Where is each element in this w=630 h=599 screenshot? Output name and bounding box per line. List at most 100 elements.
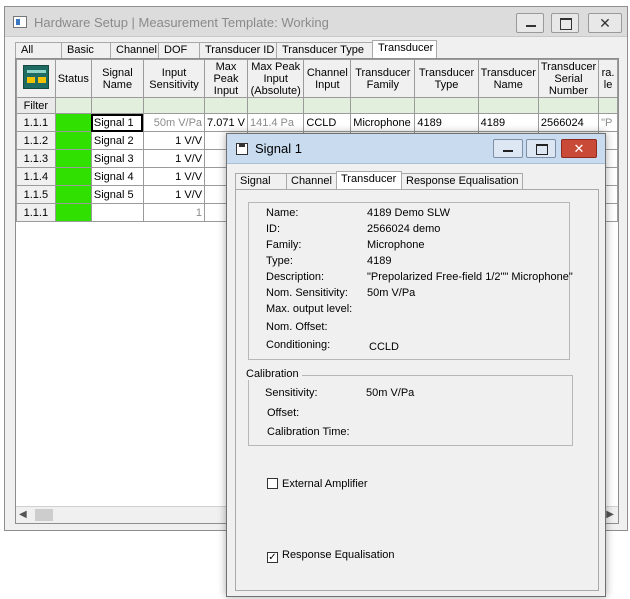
info-label: Family: — [266, 239, 302, 251]
info-label: Nom. Offset: — [266, 321, 328, 333]
maximize-button[interactable] — [551, 13, 579, 33]
input-sensitivity-cell[interactable]: 1 V/V — [142, 131, 206, 150]
input-sensitivity-cell[interactable]: 1 V/V — [142, 185, 206, 204]
filter-cell[interactable] — [142, 97, 206, 114]
column-header-channel-input[interactable]: Channel Input — [303, 59, 352, 98]
cal-label: Calibration Time: — [267, 426, 350, 438]
filter-cell[interactable] — [54, 97, 92, 114]
calibration-legend: Calibration — [243, 368, 302, 380]
signal-name-cell[interactable]: Signal 3 — [90, 149, 144, 168]
tab-transducer[interactable]: Transducer — [372, 40, 437, 58]
input-sensitivity-cell[interactable]: 1 V/V — [142, 167, 206, 186]
column-header-transducer-family[interactable]: Transducer Family — [350, 59, 416, 98]
tab-transducer-id[interactable]: Transducer ID — [199, 42, 277, 58]
tab-basic[interactable]: Basic — [61, 42, 111, 58]
close-icon: ✕ — [599, 15, 611, 31]
external-amplifier-option[interactable]: External Amplifier — [267, 478, 368, 490]
filter-cell[interactable] — [537, 97, 600, 114]
transducer-type-cell[interactable]: 4189 — [414, 113, 479, 132]
tab-channel[interactable]: Channel — [110, 42, 159, 58]
signal-dialog: Signal 1 ✕ Signal Channel Transducer Res… — [226, 133, 606, 597]
dialog-close-button[interactable]: ✕ — [561, 139, 597, 158]
filter-cell[interactable] — [477, 97, 539, 114]
signal-name-cell[interactable]: Signal 5 — [90, 185, 144, 204]
column-header-max-peak-input[interactable]: Max Peak Input — [204, 59, 248, 98]
dialog-tab-response-equalisation[interactable]: Response Equalisation — [401, 173, 523, 189]
filter-cell[interactable] — [598, 97, 618, 114]
signal-name-cell[interactable] — [90, 203, 144, 222]
main-titlebar[interactable]: Hardware Setup | Measurement Template: W… — [5, 7, 627, 37]
cal-label: Sensitivity: — [265, 387, 318, 399]
row-id[interactable]: 1.1.4 — [16, 167, 56, 186]
filter-cell[interactable] — [246, 97, 305, 114]
close-button[interactable]: ✕ — [588, 13, 622, 33]
column-header-input-sensitivity[interactable]: Input Sensitivity — [142, 59, 206, 98]
max-peak-cell[interactable]: 7.071 V — [204, 113, 248, 132]
external-amplifier-checkbox[interactable] — [267, 478, 278, 489]
filter-cell[interactable] — [414, 97, 479, 114]
grid-corner-logo[interactable] — [16, 59, 56, 98]
app-window-icon — [13, 16, 27, 28]
response-equalisation-label[interactable]: Response Equalisation — [282, 549, 395, 561]
column-header-status[interactable]: Status — [54, 59, 92, 98]
column-header-transducer-serial[interactable]: Transducer Serial Number — [537, 59, 600, 98]
row-id[interactable]: 1.1.2 — [16, 131, 56, 150]
table-grid-icon — [22, 65, 49, 89]
channel-input-cell[interactable]: CCLD — [303, 113, 352, 132]
signal-name-cell[interactable]: Signal 4 — [90, 167, 144, 186]
info-value: 50m V/Pa — [367, 287, 416, 299]
row-id[interactable]: 1.1.1 — [16, 113, 56, 132]
status-indicator — [54, 203, 92, 222]
transducer-serial-cell[interactable]: 2566024 — [537, 113, 600, 132]
response-equalisation-checkbox[interactable]: ✓ — [267, 552, 278, 563]
transducer-family-cell[interactable]: Microphone — [350, 113, 416, 132]
column-header-transducer-type[interactable]: Transducer Type — [414, 59, 479, 98]
row-id[interactable]: 1.1.3 — [16, 149, 56, 168]
minimize-button[interactable] — [516, 13, 544, 33]
dialog-tab-transducer[interactable]: Transducer — [336, 171, 402, 189]
truncated-cell[interactable]: "P — [598, 113, 618, 132]
scroll-right-icon[interactable]: ▶ — [606, 509, 614, 520]
dialog-minimize-button[interactable] — [493, 139, 523, 158]
column-header-max-peak-absolute[interactable]: Max Peak Input (Absolute) — [246, 59, 305, 98]
signal-name-cell[interactable]: Signal 1 — [90, 113, 144, 132]
info-value: "Prepolarized Free-field 1/2"" Microphon… — [367, 271, 573, 283]
input-sensitivity-cell[interactable]: 1 V/V — [142, 149, 206, 168]
filter-cell[interactable] — [303, 97, 352, 114]
column-header-transducer-name[interactable]: Transducer Name — [477, 59, 539, 98]
dialog-maximize-button[interactable] — [526, 139, 556, 158]
scroll-left-icon[interactable]: ◀ — [19, 509, 27, 520]
max-peak-abs-cell[interactable]: 141.4 Pa — [246, 113, 305, 132]
tab-dof[interactable]: DOF — [158, 42, 200, 58]
scroll-thumb[interactable] — [35, 509, 53, 521]
info-value: Microphone — [367, 239, 425, 251]
table-row[interactable]: 1.1.1 Signal 1 50m V/Pa 7.071 V 141.4 Pa… — [16, 113, 618, 132]
signal-name-cell[interactable]: Signal 2 — [90, 131, 144, 150]
filter-cell[interactable] — [90, 97, 144, 114]
column-header-truncated[interactable]: ra. le — [598, 59, 618, 98]
response-equalisation-option[interactable]: ✓ Response Equalisation — [267, 549, 395, 563]
row-id[interactable]: 1.1.5 — [16, 185, 56, 204]
row-id[interactable]: 1.1.1 — [16, 203, 56, 222]
external-amplifier-label[interactable]: External Amplifier — [282, 478, 368, 490]
filter-cell[interactable] — [204, 97, 248, 114]
info-label: Max. output level: — [266, 303, 353, 315]
input-sensitivity-cell[interactable]: 1 — [142, 203, 206, 222]
info-label: Name: — [266, 207, 299, 219]
status-indicator — [54, 167, 92, 186]
status-indicator — [54, 185, 92, 204]
filter-label: Filter — [16, 97, 56, 114]
tab-transducer-type[interactable]: Transducer Type — [276, 42, 373, 58]
filter-cell[interactable] — [350, 97, 416, 114]
dialog-titlebar[interactable]: Signal 1 ✕ — [227, 134, 605, 164]
tab-all[interactable]: All — [15, 42, 62, 58]
info-value: 4189 Demo SLW — [367, 207, 450, 219]
transducer-name-cell[interactable]: 4189 — [477, 113, 539, 132]
column-header-signal-name[interactable]: Signal Name — [90, 59, 144, 98]
input-sensitivity-cell[interactable]: 50m V/Pa — [142, 113, 206, 132]
info-label: Nom. Sensitivity: — [266, 287, 348, 299]
info-label: Description: — [266, 271, 325, 283]
dialog-tab-signal[interactable]: Signal — [235, 173, 287, 189]
calibration-group: Sensitivity: 50m V/Pa Offset: Calibratio… — [248, 375, 573, 446]
dialog-tab-channel[interactable]: Channel — [286, 173, 337, 189]
